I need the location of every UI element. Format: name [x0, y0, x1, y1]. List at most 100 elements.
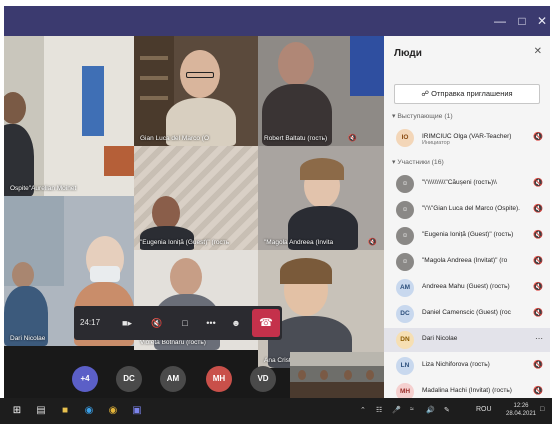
volume-icon[interactable]: 🔊 — [426, 406, 435, 414]
guest-avatar-icon: ☺ — [396, 201, 414, 219]
participant-name: "Magola Andreea (Invitat)" (го — [422, 257, 508, 264]
teams-window: — □ ✕ Ospite"Aurelian Moinet Gian Luca d… — [4, 6, 550, 398]
mic-off-icon[interactable]: 🔇 — [148, 313, 166, 333]
participants-section-label: Участники (16) — [397, 159, 444, 166]
participant-name: "\'\\"Gian Luca del Marco (Ospite). — [422, 205, 520, 212]
guest-avatar-icon: ☺ — [396, 175, 414, 193]
participant-name: Andreea Mahu (Guest) (гость) — [422, 283, 510, 290]
call-controls: 24:17 ■▸ 🔇 □ ••• ☻ ☎ — [74, 306, 282, 340]
mic-off-icon: 🔇 — [348, 135, 357, 142]
panel-title: Люди — [394, 48, 422, 59]
people-panel: Люди ✕ ☍ Отправка приглашения ▾ Выступаю… — [384, 36, 550, 398]
participant-row[interactable]: ☺ "\'\\\\\\\\\\"Căușeni (гость)\\ 🔇 — [384, 172, 550, 196]
guest-avatar-icon: ☺ — [396, 253, 414, 271]
share-screen-icon[interactable]: □ — [176, 313, 194, 333]
hang-up-button[interactable]: ☎ — [252, 309, 280, 337]
presenter-row[interactable]: IO IRIMCIUC Olga (VAR-Teacher) Инициатор… — [384, 126, 550, 150]
windows-start-icon[interactable]: ⊞ — [10, 404, 24, 418]
guest-avatar-icon: ☺ — [396, 227, 414, 245]
share-invite-label: Отправка приглашения — [431, 89, 513, 98]
participant-row[interactable]: ☺ "Magola Andreea (Invitat)" (го 🔇 — [384, 250, 550, 274]
participant-bubble[interactable]: MH — [206, 366, 232, 392]
presenter-name: IRIMCIUC Olga (VAR-Teacher) — [422, 133, 512, 140]
participant-row[interactable]: LN Liza Nichiforova (гость) 🔇 — [384, 354, 550, 378]
video-tile[interactable]: Ospite"Aurelian Moinet — [4, 36, 134, 196]
participant-name: "\'\\\\\\\\\\"Căușeni (гость)\\ — [422, 179, 497, 186]
participants-section-header[interactable]: ▾ Участники (16) — [392, 158, 444, 166]
tile-participant-name: "Eugenia Ioniță (Guest)" (гость — [140, 239, 230, 246]
video-tile[interactable]: Gian Luca del Marco (O — [134, 36, 258, 146]
mic-off-icon[interactable]: 🔇 — [533, 360, 543, 369]
maximize-icon[interactable]: □ — [514, 13, 530, 29]
mic-off-icon[interactable]: 🔇 — [533, 256, 543, 265]
title-bar: — □ ✕ — [4, 6, 550, 36]
video-tile[interactable]: "Magola Andreea (Invita 🔇 — [258, 146, 384, 250]
participant-name: "Eugenia Ioniță (Guest)" (гость) — [422, 231, 514, 238]
participant-name: Dari Nicolae — [422, 335, 458, 342]
presenters-section-header[interactable]: ▾ Выступающие (1) — [392, 112, 453, 120]
participant-row[interactable]: ☺ "Eugenia Ioniță (Guest)" (гость) 🔇 — [384, 224, 550, 248]
participant-row[interactable]: ☺ "\'\\"Gian Luca del Marco (Ospite). 🔇 — [384, 198, 550, 222]
system-clock[interactable]: 12:26 28.04.2021 — [504, 402, 538, 418]
pen-icon[interactable]: ✎ — [444, 406, 450, 414]
close-panel-icon[interactable]: ✕ — [534, 46, 542, 57]
video-tile[interactable]: Robert Baltatu (гость) 🔇 — [258, 36, 384, 146]
tile-participant-name: "Magola Andreea (Invita — [264, 239, 334, 246]
notifications-icon[interactable]: □ — [540, 406, 544, 413]
participant-row[interactable]: AM Andreea Mahu (Guest) (гость) 🔇 — [384, 276, 550, 300]
teams-app-icon[interactable]: ▣ — [130, 404, 144, 418]
microphone-icon[interactable]: 🎤 — [392, 406, 401, 414]
mic-off-icon[interactable]: 🔇 — [533, 204, 543, 213]
tile-participant-name: Gian Luca del Marco (O — [140, 135, 210, 142]
windows-taskbar: ⊞ ▤ ■ ◉ ◉ ▣ ⌃ ☷ 🎤 ≈ 🔊 ✎ ROU 12:26 28.04.… — [0, 398, 552, 424]
mic-off-icon[interactable]: 🔇 — [533, 386, 543, 395]
tray-overflow-icon[interactable]: ⌃ — [360, 406, 366, 414]
more-options-button[interactable]: ••• — [202, 313, 220, 333]
mic-off-icon[interactable]: 🔇 — [533, 178, 543, 187]
participant-row[interactable]: MH Madalina Hachi (Invitat) (гость) 🔇 — [384, 380, 550, 398]
tile-participant-name: Ospite"Aurelian Moinet — [10, 185, 77, 192]
participant-bubble[interactable]: VD — [250, 366, 276, 392]
video-tile[interactable]: "Eugenia Ioniță (Guest)" (гость — [134, 146, 258, 250]
camera-icon[interactable]: ■▸ — [118, 313, 136, 333]
input-language[interactable]: ROU — [476, 406, 492, 413]
video-stage: Ospite"Aurelian Moinet Gian Luca del Mar… — [4, 36, 384, 398]
share-link-icon: ☍ — [421, 89, 430, 98]
task-view-icon[interactable]: ▤ — [34, 404, 48, 418]
close-icon[interactable]: ✕ — [534, 13, 550, 29]
presenters-section-label: Выступающие (1) — [397, 113, 453, 120]
video-tile[interactable] — [290, 352, 384, 398]
avatar: DN — [396, 331, 414, 349]
mic-off-icon[interactable]: 🔇 — [533, 282, 543, 291]
minimize-icon[interactable]: — — [492, 13, 508, 29]
tile-participant-name: Robert Baltatu (гость) — [264, 135, 328, 142]
mic-off-icon[interactable]: 🔇 — [533, 308, 543, 317]
avatar: LN — [396, 357, 414, 375]
mic-off-icon[interactable]: 🔇 — [533, 230, 543, 239]
participant-name: Madalina Hachi (Invitat) (гость) — [422, 387, 512, 394]
tile-participant-name: Violeta Botnaru (гость) — [140, 339, 206, 346]
participants-icon[interactable]: ☻ — [226, 313, 246, 333]
call-timer: 24:17 — [80, 318, 101, 327]
clock-time: 12:26 — [513, 403, 529, 409]
more-participants-bubble[interactable]: +4 — [72, 366, 98, 392]
avatar: DC — [396, 305, 414, 323]
avatar: AM — [396, 279, 414, 297]
participant-name: Liza Nichiforova (гость) — [422, 361, 490, 368]
avatar: MH — [396, 383, 414, 398]
participant-row[interactable]: DN Dari Nicolae ⋯ — [384, 328, 550, 352]
chrome-browser-icon[interactable]: ◉ — [106, 404, 120, 418]
participant-bubble[interactable]: AM — [160, 366, 186, 392]
more-options-icon[interactable]: ⋯ — [535, 334, 543, 343]
chevron-down-icon: ▾ — [392, 159, 396, 166]
network-icon[interactable]: ☷ — [376, 406, 382, 414]
avatar: IO — [396, 129, 414, 147]
wifi-icon[interactable]: ≈ — [410, 406, 414, 413]
edge-browser-icon[interactable]: ◉ — [82, 404, 96, 418]
clock-date: 28.04.2021 — [505, 411, 537, 417]
share-invite-button[interactable]: ☍ Отправка приглашения — [394, 84, 540, 104]
presenter-role: Инициатор — [422, 140, 450, 146]
file-explorer-icon[interactable]: ■ — [58, 404, 72, 418]
participant-bubble[interactable]: DC — [116, 366, 142, 392]
participant-row[interactable]: DC Daniel Camenscic (Guest) (гос 🔇 — [384, 302, 550, 326]
